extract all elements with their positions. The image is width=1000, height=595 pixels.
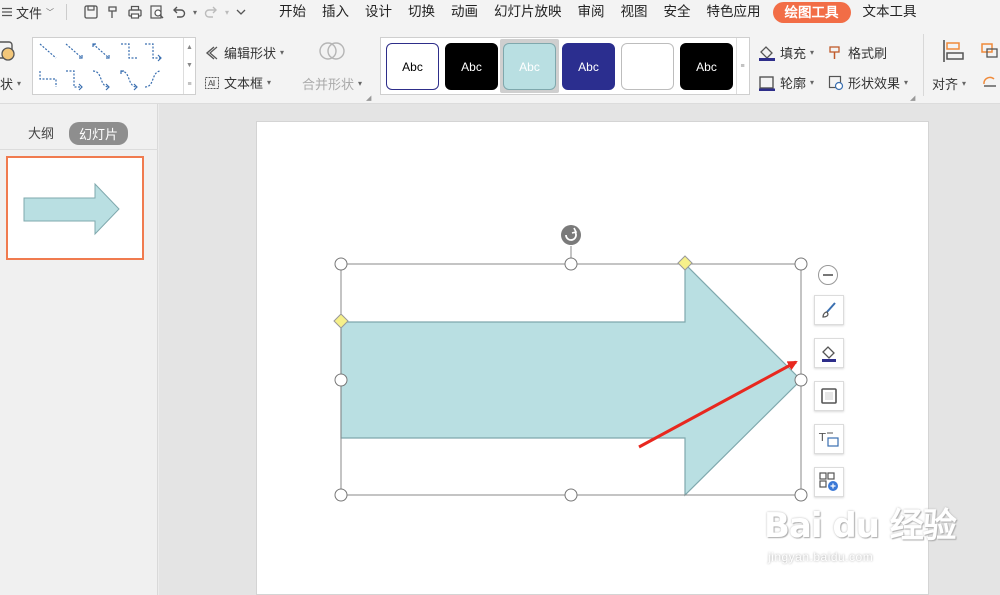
text-format-icon: T <box>818 431 839 447</box>
resize-handle-bottom-left[interactable] <box>334 488 348 502</box>
svg-text:T: T <box>818 431 826 444</box>
resize-handle-bottom[interactable] <box>564 488 578 502</box>
resize-handle-top-left[interactable] <box>334 257 348 271</box>
resize-handle-right[interactable] <box>794 373 808 387</box>
text-format-button[interactable]: T <box>814 424 844 454</box>
watermark: Bai du 经验 jingyan.baidu.com <box>760 498 990 578</box>
resize-handle-left[interactable] <box>334 373 348 387</box>
fill-color-button[interactable] <box>814 338 844 368</box>
rotate-handle-icon[interactable] <box>561 225 581 245</box>
outline-icon <box>821 388 837 404</box>
right-arrow-shape[interactable] <box>340 262 802 497</box>
outline-style-button[interactable] <box>814 381 844 411</box>
more-shape-options-button[interactable] <box>814 467 844 497</box>
collapse-toolbar-icon[interactable] <box>818 265 838 285</box>
paint-bucket-icon <box>822 346 836 362</box>
watermark-logo-text: Bai du 经验 <box>764 506 957 546</box>
adjust-handle-head[interactable] <box>677 255 693 271</box>
brush-icon <box>822 302 836 318</box>
resize-handle-top-right[interactable] <box>794 257 808 271</box>
shape-options-icon <box>819 472 838 491</box>
resize-handle-top[interactable] <box>564 257 578 271</box>
shape-style-brush-button[interactable] <box>814 295 844 325</box>
watermark-url: jingyan.baidu.com <box>768 550 874 564</box>
